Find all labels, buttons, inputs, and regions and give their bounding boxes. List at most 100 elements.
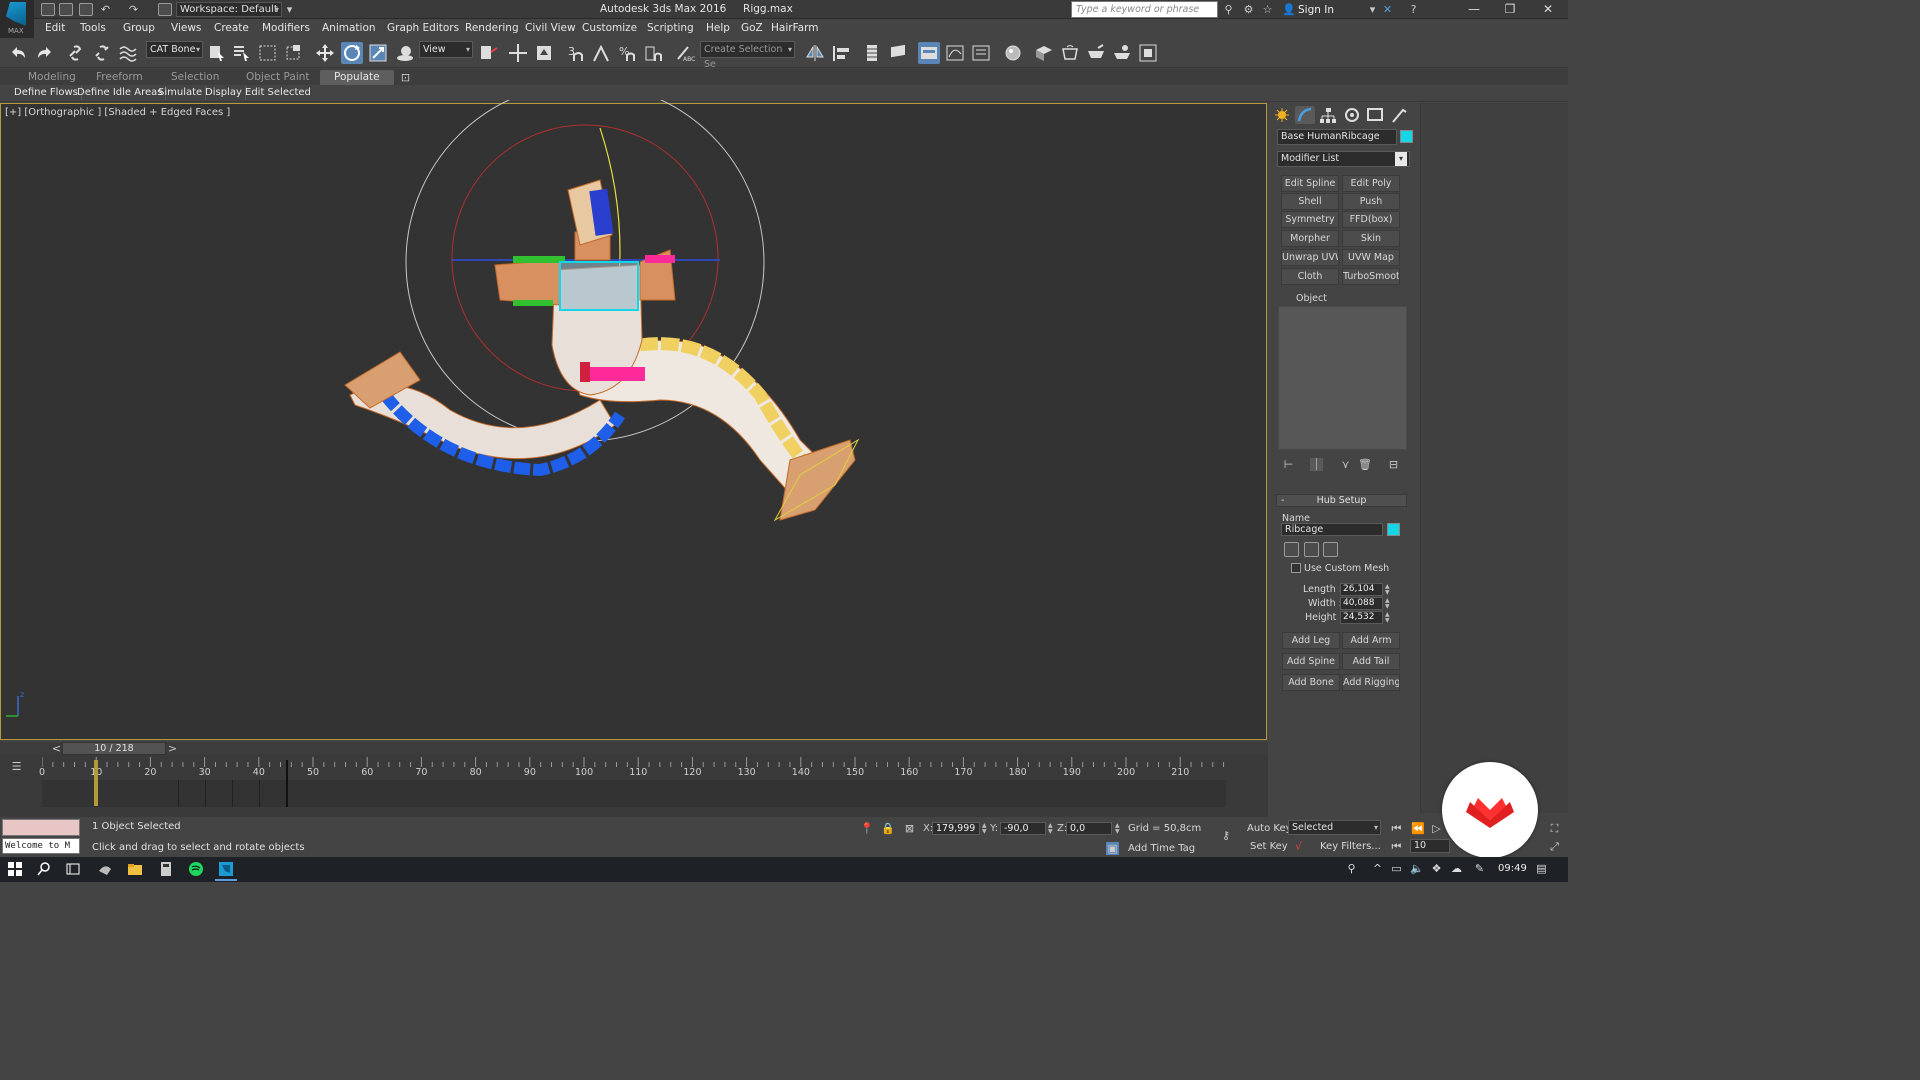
task-view-icon[interactable] <box>65 861 81 877</box>
key-filters-icon[interactable]: √ <box>1292 840 1305 853</box>
file-explorer-icon[interactable] <box>127 861 143 877</box>
z-spinner-arrows[interactable]: ▲ ▼ <box>1115 823 1121 836</box>
x-coordinate[interactable]: 179,999 <box>932 822 980 835</box>
go-to-start-icon[interactable]: ⏮ <box>1390 822 1403 835</box>
mirror-icon[interactable] <box>804 42 826 64</box>
add-arm-button[interactable]: Add Arm <box>1342 632 1400 649</box>
taskbar-clock[interactable]: 09:49 <box>1498 863 1527 874</box>
3ds-max-taskbar-icon[interactable] <box>218 861 234 877</box>
uvw-map-button[interactable]: UVW Map <box>1342 249 1400 266</box>
app-pinned-icon[interactable] <box>97 861 113 877</box>
select-object-icon[interactable] <box>206 42 228 64</box>
edit-spline-button[interactable]: Edit Spline <box>1281 175 1339 192</box>
add-bone-button[interactable]: Add Bone <box>1282 674 1340 691</box>
absolute-mode-icon[interactable]: ⊠ <box>903 822 916 835</box>
length-spinner-arrows[interactable]: ▲ ▼ <box>1385 584 1391 597</box>
link-icon[interactable] <box>65 42 87 64</box>
y-coordinate[interactable]: -90,0 <box>1000 822 1046 835</box>
scale-icon[interactable] <box>367 42 389 64</box>
volume-icon[interactable]: 🔈 <box>1410 862 1424 875</box>
add-leg-button[interactable]: Add Leg <box>1282 632 1340 649</box>
binoculars-icon[interactable]: ⚲ <box>1222 3 1235 16</box>
width-spinner-arrows[interactable]: ▲ ▼ <box>1385 598 1391 611</box>
pivot-center-icon[interactable] <box>477 42 499 64</box>
notifications-icon[interactable]: ▤ <box>1535 862 1548 875</box>
percent-snap-icon[interactable]: % <box>616 42 638 64</box>
menu-customize[interactable]: Customize <box>582 22 637 34</box>
help-icon[interactable]: ? <box>1407 3 1420 16</box>
pin-stack-icon[interactable]: ⊢ <box>1282 458 1295 471</box>
search-input[interactable]: Type a keyword or phrase <box>1071 1 1218 18</box>
project-folder-icon[interactable] <box>158 3 172 16</box>
height-spinner-arrows[interactable]: ▲ ▼ <box>1385 612 1391 625</box>
remove-modifier-icon[interactable]: 🗑 <box>1358 458 1372 471</box>
display-panel-tab[interactable] <box>1365 106 1385 124</box>
zoom-extents-icon[interactable]: ⛶ <box>1548 822 1561 835</box>
z-coordinate[interactable]: 0,0 <box>1066 822 1112 835</box>
rectangle-selection-icon[interactable] <box>257 42 279 64</box>
copy-settings-icon[interactable] <box>1284 542 1299 557</box>
modifier-list-dropdown[interactable]: Modifier List ▾ <box>1277 151 1410 167</box>
bind-space-warp-icon[interactable] <box>117 42 139 64</box>
add-time-tag-button[interactable]: Add Time Tag <box>1128 843 1195 854</box>
simulate-button[interactable]: Simulate <box>155 86 207 100</box>
app-logo-button[interactable]: MAX <box>0 0 34 38</box>
width-spinner[interactable]: 40,088 <box>1340 597 1383 610</box>
key-mode-toggle-icon[interactable]: ⏮ <box>1390 840 1403 853</box>
add-spine-button[interactable]: Add Spine <box>1282 653 1340 670</box>
set-key-mode-icon[interactable]: ⚷ <box>1215 829 1237 842</box>
close-icon[interactable]: ✕ <box>1530 1 1566 18</box>
undo-button[interactable] <box>8 42 30 64</box>
edit-named-selection-icon[interactable]: ABC <box>673 42 695 64</box>
exchange-apps-icon[interactable]: ✕ <box>1381 3 1394 16</box>
place-icon[interactable] <box>394 42 416 64</box>
paste-settings-icon[interactable] <box>1304 542 1319 557</box>
render-in-cloud-icon[interactable] <box>1137 42 1159 64</box>
shell-button[interactable]: Shell <box>1281 193 1339 210</box>
sign-in-dropdown-icon[interactable]: ▾ <box>1366 3 1379 16</box>
pen-icon[interactable]: ✎ <box>1473 862 1486 875</box>
current-time-marker[interactable] <box>94 760 99 806</box>
display-button[interactable]: Display <box>202 86 246 100</box>
edit-selected-button[interactable]: Edit Selected <box>242 86 314 100</box>
hub-color-swatch[interactable] <box>1387 523 1400 536</box>
symmetry-button[interactable]: Symmetry <box>1281 211 1339 228</box>
scene-explorer-icon[interactable] <box>887 42 909 64</box>
spotify-icon[interactable] <box>188 861 204 877</box>
menu-tools[interactable]: Tools <box>80 22 106 34</box>
menu-goz[interactable]: GoZ <box>741 22 763 34</box>
hub-name-input[interactable]: Ribcage <box>1281 523 1383 536</box>
push-button[interactable]: Push <box>1342 193 1400 210</box>
add-tail-button[interactable]: Add Tail <box>1342 653 1400 670</box>
set-key-button[interactable]: Set Key <box>1250 841 1288 852</box>
menu-views[interactable]: Views <box>171 22 201 34</box>
key-mode-dropdown[interactable]: Selected ▾ <box>1288 820 1381 835</box>
align-icon[interactable] <box>830 42 852 64</box>
people-icon[interactable]: ⚲ <box>1345 862 1358 875</box>
render-production-icon[interactable] <box>1085 42 1107 64</box>
render-iterative-icon[interactable] <box>1111 42 1133 64</box>
ribbon-options-icon[interactable]: ⊡ <box>399 71 412 84</box>
network-icon[interactable]: ▭ <box>1390 862 1403 875</box>
schematic-view-icon[interactable] <box>970 42 992 64</box>
make-unique-icon[interactable]: ⋎ <box>1339 458 1352 471</box>
cloth-button[interactable]: Cloth <box>1281 268 1339 285</box>
object-name-field[interactable]: Base HumanRibcage <box>1277 129 1397 145</box>
define-idle-areas-button[interactable]: Define Idle Areas <box>74 86 167 100</box>
selection-lock-icon[interactable]: 🔒 <box>881 822 895 835</box>
keyframe-track[interactable] <box>42 780 1226 807</box>
keyboard-shortcut-override-icon[interactable] <box>533 42 555 64</box>
dropbox-icon[interactable]: ❖ <box>1430 862 1443 875</box>
viewport-label[interactable]: [+] [Orthographic ] [Shaded + Edged Face… <box>5 107 230 118</box>
unlink-icon[interactable] <box>91 42 113 64</box>
calculator-icon[interactable] <box>158 861 174 877</box>
curve-editor-icon[interactable] <box>944 42 966 64</box>
maxscript-output[interactable]: Welcome to M <box>2 838 80 854</box>
select-by-name-icon[interactable] <box>231 42 253 64</box>
object-color-swatch[interactable] <box>1400 130 1413 143</box>
ribbon-toggle-icon[interactable] <box>918 42 940 64</box>
previous-key-icon[interactable]: ⏪ <box>1411 822 1425 835</box>
modify-panel-tab[interactable] <box>1295 106 1315 124</box>
quick-access-menu-icon[interactable]: ▾ <box>283 3 296 16</box>
tab-object-paint[interactable]: Object Paint <box>246 71 310 83</box>
